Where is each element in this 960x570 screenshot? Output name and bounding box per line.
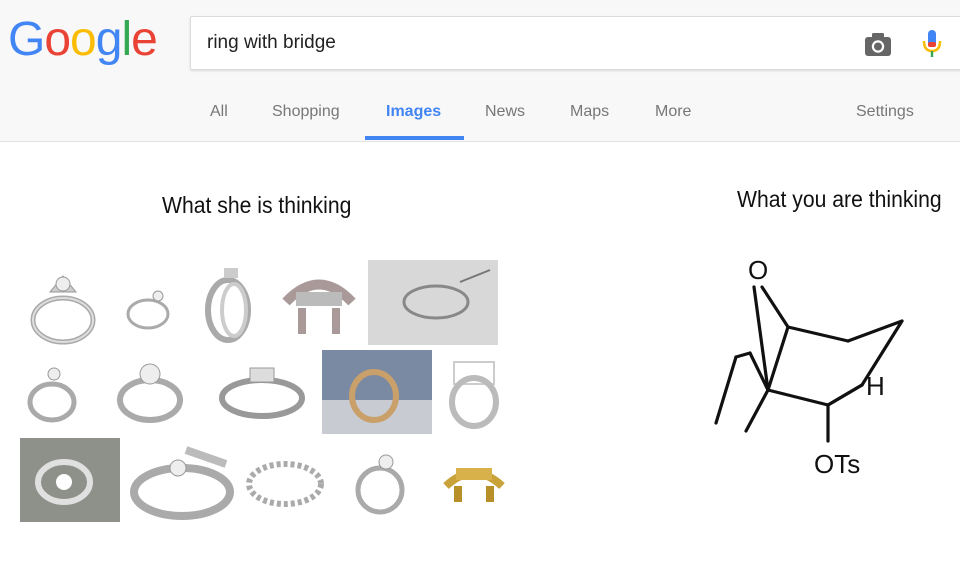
- atom-o-label: O: [748, 255, 768, 285]
- ring-image-thumb[interactable]: [108, 350, 192, 432]
- molecule-bond: [826, 383, 864, 407]
- tab-settings[interactable]: Settings: [856, 103, 914, 121]
- molecule-bond: [714, 355, 738, 425]
- logo-letter: l: [121, 13, 132, 66]
- tab-shopping[interactable]: Shopping: [272, 103, 340, 121]
- ring-image-thumb[interactable]: [212, 358, 312, 428]
- tab-more[interactable]: More: [655, 103, 691, 121]
- ring-image-thumb[interactable]: [198, 260, 260, 346]
- logo-letter: G: [8, 13, 45, 66]
- search-header: Google All Shopping Images News Maps Mor…: [0, 0, 960, 142]
- camera-icon[interactable]: [863, 30, 893, 58]
- logo-letter: e: [131, 13, 158, 66]
- molecule-bond: [786, 325, 850, 343]
- tab-images[interactable]: Images: [386, 103, 441, 121]
- molecule-bond: [744, 388, 770, 433]
- ring-image-thumb[interactable]: [242, 450, 328, 516]
- microphone-icon[interactable]: [921, 29, 943, 59]
- molecule-bond: [734, 351, 752, 359]
- ring-image-thumb[interactable]: [122, 276, 178, 336]
- active-tab-indicator: [365, 136, 464, 140]
- logo-letter: g: [95, 13, 123, 66]
- right-caption: What you are thinking: [737, 186, 942, 212]
- molecule-bond: [766, 325, 790, 392]
- ring-image-thumb[interactable]: [22, 262, 104, 346]
- ring-image-thumb[interactable]: [20, 438, 120, 522]
- google-logo[interactable]: Google: [8, 12, 158, 68]
- ring-image-thumb[interactable]: [438, 450, 510, 510]
- molecule-bond: [760, 285, 790, 329]
- ring-image-thumb[interactable]: [348, 444, 414, 518]
- atom-h-label: H: [866, 371, 885, 401]
- search-tabs: All Shopping Images News Maps More Setti…: [0, 95, 960, 141]
- ring-image-thumb[interactable]: [368, 260, 498, 345]
- ring-image-thumb[interactable]: [276, 262, 362, 342]
- ots-group-label: OTs: [814, 449, 860, 479]
- tab-all[interactable]: All: [210, 103, 228, 121]
- ring-image-thumb[interactable]: [126, 440, 238, 522]
- logo-letter: o: [44, 13, 71, 66]
- molecule-bond: [766, 388, 830, 407]
- tab-maps[interactable]: Maps: [570, 103, 609, 121]
- ring-image-thumb[interactable]: [322, 350, 432, 434]
- ring-image-thumb[interactable]: [22, 352, 84, 432]
- search-box: [190, 16, 960, 70]
- search-input[interactable]: [207, 27, 827, 59]
- bicyclic-molecule-diagram: O H OTs: [714, 255, 904, 479]
- ring-image-thumb[interactable]: [438, 352, 512, 434]
- logo-letter: o: [70, 13, 97, 66]
- left-caption: What she is thinking: [162, 192, 352, 218]
- tab-news[interactable]: News: [485, 103, 525, 121]
